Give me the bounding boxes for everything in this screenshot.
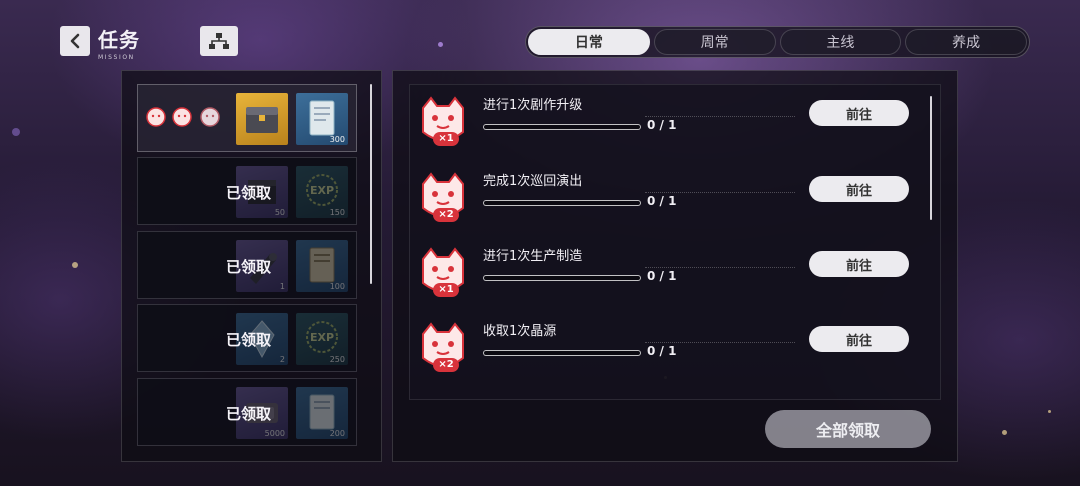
task-item: ×1 进行1次剧作升级 0 / 1 前往 [415, 88, 925, 158]
mascot-icon [200, 107, 220, 127]
tab-main[interactable]: 主线 [779, 29, 902, 55]
task-name: 进行1次生产制造 [483, 249, 583, 264]
claimed-label: 已领取 [226, 184, 272, 202]
reward-scrollbar[interactable] [370, 84, 372, 284]
tab-daily[interactable]: 日常 [528, 29, 650, 55]
divider [645, 192, 795, 193]
reward-row[interactable]: 1 100 已领取 [137, 231, 357, 299]
task-name: 收取1次晶源 [483, 324, 557, 339]
claim-all-button[interactable]: 全部领取 [765, 410, 931, 448]
tab-growth[interactable]: 养成 [905, 29, 1027, 55]
progress-bar [483, 124, 641, 130]
divider [645, 342, 795, 343]
mascot-icon [146, 107, 166, 127]
progress-bar [483, 200, 641, 206]
sparkle [72, 262, 78, 268]
progress-bar [483, 350, 641, 356]
progress-text: 0 / 1 [647, 194, 677, 208]
progress-text: 0 / 1 [647, 344, 677, 358]
divider [645, 267, 795, 268]
reward-row[interactable]: 5000 200 已领取 [137, 378, 357, 446]
sparkle [1048, 410, 1051, 413]
task-scrollbar[interactable] [930, 96, 932, 220]
item-qty: 300 [329, 135, 345, 144]
page-subtitle: MISSION [98, 54, 135, 61]
reward-row[interactable]: 2 EXP 250 已领取 [137, 304, 357, 372]
tab-weekly[interactable]: 周常 [653, 29, 776, 55]
page-title: 任务 [98, 28, 140, 52]
task-name: 完成1次巡回演出 [483, 174, 583, 189]
divider [645, 116, 795, 117]
tab-bar: 日常 周常 主线 养成 [525, 26, 1030, 58]
progress-text: 0 / 1 [647, 118, 677, 132]
card-icon[interactable]: 300 [296, 93, 348, 145]
chest-icon[interactable] [236, 93, 288, 145]
hierarchy-icon [209, 33, 229, 49]
multiplier-badge: ×2 [433, 208, 459, 222]
sparkle [438, 42, 443, 47]
go-button[interactable]: 前往 [809, 326, 909, 352]
claimed-label: 已领取 [226, 258, 272, 276]
page-title-block: 任务 MISSION [98, 24, 140, 61]
progress-text: 0 / 1 [647, 269, 677, 283]
multiplier-badge: ×1 [433, 132, 459, 146]
go-button[interactable]: 前往 [809, 176, 909, 202]
sparkle [1002, 430, 1007, 435]
go-button[interactable]: 前往 [809, 100, 909, 126]
go-button[interactable]: 前往 [809, 251, 909, 277]
reward-row[interactable]: 50 EXP 150 已领取 [137, 157, 357, 225]
back-button[interactable] [60, 26, 90, 56]
mascot-icon [172, 107, 192, 127]
claimed-label: 已领取 [226, 405, 272, 423]
multiplier-badge: ×2 [433, 358, 459, 372]
progress-bar [483, 275, 641, 281]
sparkle [12, 128, 20, 136]
chevron-left-icon [70, 33, 80, 49]
claimed-label: 已领取 [226, 331, 272, 349]
task-item: ×1 进行1次生产制造 0 / 1 前往 [415, 239, 925, 309]
task-item: ×2 收取1次晶源 0 / 1 前往 [415, 314, 925, 384]
multiplier-badge: ×1 [433, 283, 459, 297]
task-name: 进行1次剧作升级 [483, 98, 583, 113]
hierarchy-button[interactable] [200, 26, 238, 56]
reward-row[interactable]: 300 [137, 84, 357, 152]
task-item: ×2 完成1次巡回演出 0 / 1 前往 [415, 164, 925, 234]
